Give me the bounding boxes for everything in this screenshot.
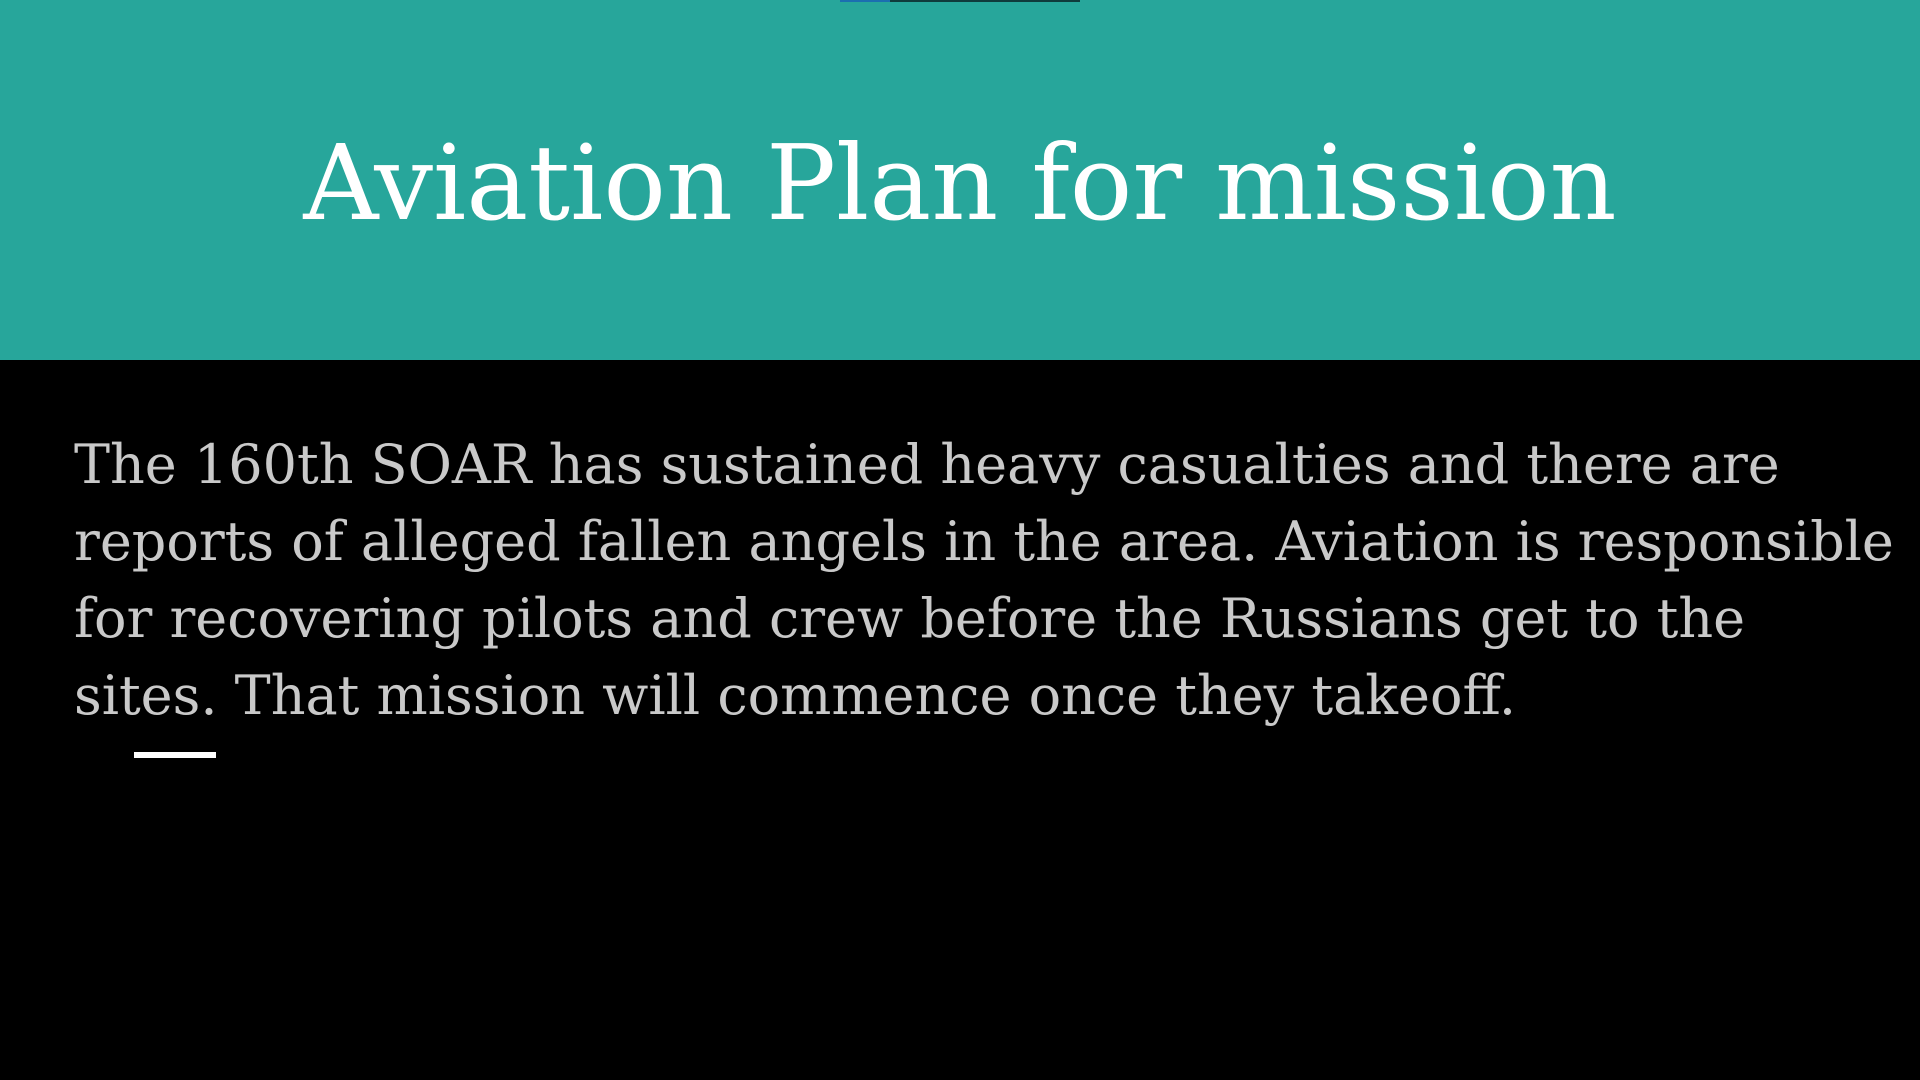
title-header-band: Aviation Plan for mission xyxy=(0,0,1920,360)
top-edge-marker-accent xyxy=(840,0,890,2)
slide-body-text: The 160th SOAR has sustained heavy casua… xyxy=(74,433,1894,727)
slide-title: Aviation Plan for mission xyxy=(303,122,1617,244)
accent-underline-bar xyxy=(134,752,216,758)
presentation-slide: Aviation Plan for mission The 160th SOAR… xyxy=(0,0,1920,1080)
